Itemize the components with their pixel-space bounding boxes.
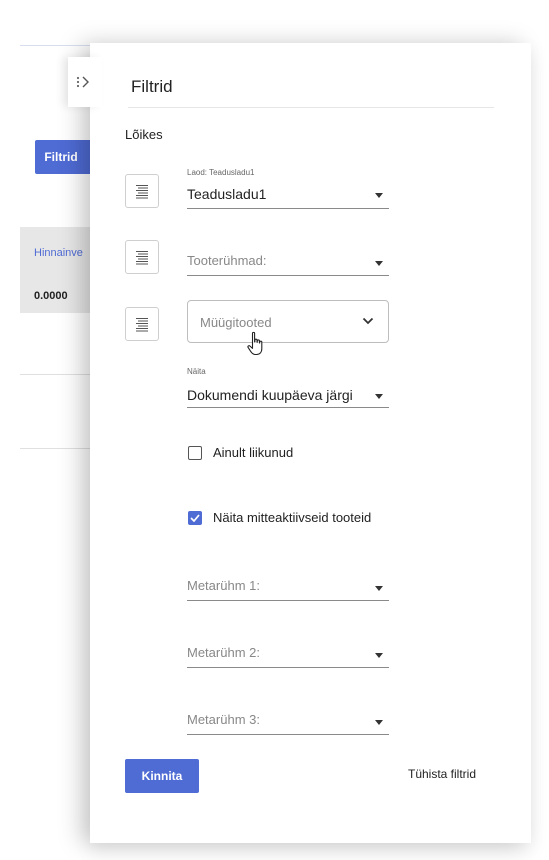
warehouse-align-button[interactable] bbox=[125, 174, 159, 208]
chevron-down-icon bbox=[362, 317, 374, 325]
caret-down-icon bbox=[375, 720, 383, 725]
reset-filters-button[interactable]: Tühista filtrid bbox=[408, 767, 476, 781]
filter-drawer: Filtrid Lõikes Laod: Teadusladu1 Teadusl… bbox=[68, 43, 531, 843]
background-column-header[interactable]: Hinnainve bbox=[34, 247, 83, 259]
meta-group-3-placeholder: Metarühm 3: bbox=[187, 712, 260, 727]
title-divider bbox=[128, 107, 494, 108]
checkbox-checked[interactable] bbox=[188, 510, 202, 525]
background-row-divider bbox=[20, 374, 100, 375]
background-column: Hinnainve 0.0000 bbox=[20, 227, 100, 313]
caret-down-icon bbox=[375, 261, 383, 266]
background-divider bbox=[20, 45, 100, 46]
show-inactive-label: Näita mitteaktiivseid tooteid bbox=[213, 510, 372, 525]
section-label: Lõikes bbox=[125, 127, 163, 142]
chevron-right-icon bbox=[76, 76, 89, 88]
caret-down-icon bbox=[375, 653, 383, 658]
caret-down-icon bbox=[375, 586, 383, 591]
warehouse-select[interactable]: Laod: Teadusladu1 Teadusladu1 bbox=[187, 168, 389, 210]
meta-group-3-select[interactable]: Metarühm 3: bbox=[187, 710, 389, 736]
only-moved-label: Ainult liikunud bbox=[213, 445, 294, 460]
show-value: Dokumendi kuupäeva järgi bbox=[187, 387, 353, 403]
show-inactive-checkbox[interactable]: Näita mitteaktiivseid tooteid bbox=[188, 510, 371, 525]
meta-group-1-select[interactable]: Metarühm 1: bbox=[187, 576, 389, 602]
warehouse-value: Teadusladu1 bbox=[187, 186, 267, 202]
background-filter-button[interactable]: Filtrid bbox=[35, 140, 93, 174]
product-groups-select[interactable]: Tooterühmad: bbox=[187, 251, 389, 277]
meta-group-2-select[interactable]: Metarühm 2: bbox=[187, 643, 389, 669]
background-row-divider bbox=[20, 448, 100, 449]
sales-products-select[interactable]: Müügitooted bbox=[187, 300, 389, 343]
only-moved-checkbox[interactable]: Ainult liikunud bbox=[188, 445, 293, 460]
meta-group-2-placeholder: Metarühm 2: bbox=[187, 645, 260, 660]
product-groups-placeholder: Tooterühmad: bbox=[187, 253, 267, 268]
collapse-drawer-button[interactable] bbox=[68, 57, 102, 107]
sales-products-placeholder: Müügitooted bbox=[200, 315, 272, 330]
show-select[interactable]: Näita Dokumendi kuupäeva järgi bbox=[187, 367, 389, 408]
checkbox-unchecked[interactable] bbox=[188, 445, 202, 460]
sales-products-align-button[interactable] bbox=[125, 307, 159, 341]
show-floating-label: Näita bbox=[187, 367, 206, 376]
caret-down-icon bbox=[375, 394, 383, 399]
drawer-title: Filtrid bbox=[131, 77, 173, 96]
align-lines-icon bbox=[136, 185, 148, 199]
align-lines-icon bbox=[136, 251, 148, 265]
product-groups-align-button[interactable] bbox=[125, 240, 159, 274]
caret-down-icon bbox=[375, 193, 383, 198]
check-icon bbox=[190, 513, 200, 522]
background-column-value: 0.0000 bbox=[34, 290, 68, 302]
warehouse-floating-label: Laod: Teadusladu1 bbox=[187, 168, 255, 177]
meta-group-1-placeholder: Metarühm 1: bbox=[187, 578, 260, 593]
confirm-button[interactable]: Kinnita bbox=[125, 759, 199, 793]
align-lines-icon bbox=[136, 318, 148, 332]
